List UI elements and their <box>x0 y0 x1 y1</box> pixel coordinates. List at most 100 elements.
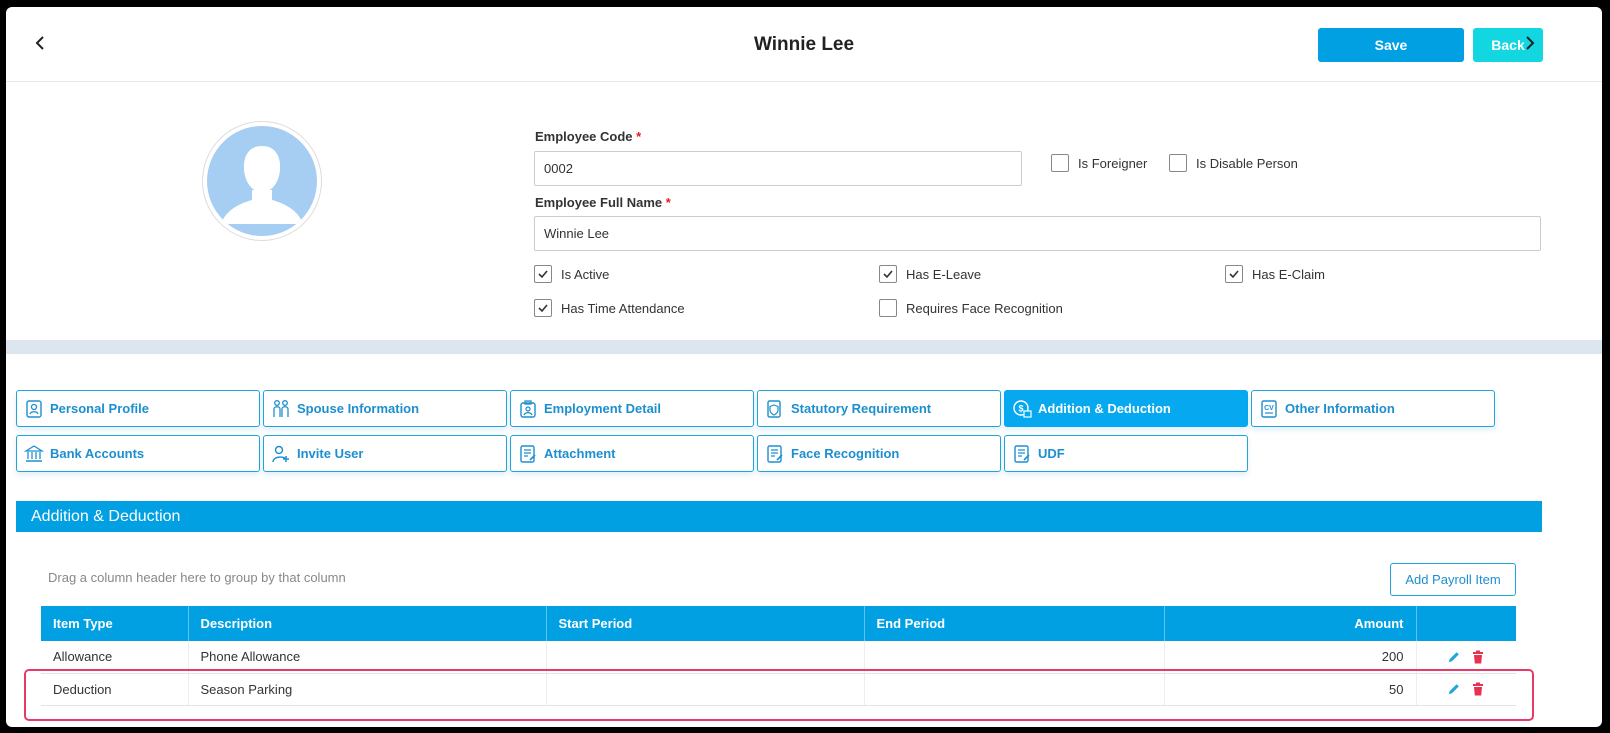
tab-attachment[interactable]: Attachment <box>510 435 754 472</box>
has-time-attendance-label: Has Time Attendance <box>561 300 685 316</box>
group-by-hint[interactable]: Drag a column header here to group by th… <box>48 570 346 585</box>
save-button[interactable]: Save <box>1318 28 1464 62</box>
briefcase-icon <box>517 398 539 420</box>
checkbox-box <box>879 265 897 283</box>
cell-description: Phone Allowance <box>188 641 547 674</box>
checkbox-box <box>1225 265 1243 283</box>
full-name-input[interactable]: Winnie Lee <box>534 216 1541 251</box>
required-mark: * <box>665 195 671 210</box>
tab-face-recognition[interactable]: Face Recognition <box>757 435 1001 472</box>
cell-amount: 200 <box>1164 641 1417 674</box>
requires-face-recognition-label: Requires Face Recognition <box>906 300 1063 316</box>
svg-text:CV: CV <box>1264 405 1274 412</box>
add-payroll-item-button[interactable]: Add Payroll Item <box>1390 563 1516 596</box>
document-edit-icon <box>517 443 539 465</box>
delete-button[interactable] <box>1471 682 1485 696</box>
tab-invite-user[interactable]: Invite User <box>263 435 507 472</box>
checkbox-box <box>1169 154 1187 172</box>
checkbox-box <box>1051 154 1069 172</box>
chevron-right-icon <box>1526 36 1535 50</box>
money-icon: $ <box>1011 398 1033 420</box>
trash-icon <box>1473 650 1484 664</box>
table-row[interactable]: Allowance Phone Allowance 200 <box>41 641 1516 674</box>
is-disable-person-checkbox[interactable]: Is Disable Person <box>1169 154 1298 172</box>
has-e-leave-checkbox[interactable]: Has E-Leave <box>879 265 981 283</box>
tab-statutory-requirement[interactable]: Statutory Requirement <box>757 390 1001 427</box>
shield-document-icon <box>764 398 786 420</box>
tab-spouse-information[interactable]: Spouse Information <box>263 390 507 427</box>
tab-addition-deduction[interactable]: $ Addition & Deduction <box>1004 390 1248 427</box>
checkmark-icon <box>1229 270 1239 279</box>
employee-code-label: Employee Code * <box>535 129 641 144</box>
is-active-checkbox[interactable]: Is Active <box>534 265 609 283</box>
add-user-icon <box>270 443 292 465</box>
edit-button[interactable] <box>1447 682 1461 696</box>
tab-label: Invite User <box>297 446 364 461</box>
section-header: Addition & Deduction <box>16 501 1542 532</box>
cell-end-period <box>864 641 1165 674</box>
employee-code-input[interactable]: 0002 <box>534 151 1022 186</box>
tab-bank-accounts[interactable]: Bank Accounts <box>16 435 260 472</box>
checkbox-box <box>879 299 897 317</box>
pencil-icon <box>1449 684 1460 694</box>
tab-label: Bank Accounts <box>50 446 145 461</box>
column-header-end-period[interactable]: End Period <box>864 606 1165 641</box>
table-row[interactable]: Deduction Season Parking 50 <box>41 673 1516 706</box>
has-e-claim-label: Has E-Claim <box>1252 266 1325 282</box>
column-header-description[interactable]: Description <box>188 606 547 641</box>
employee-code-label-text: Employee Code <box>535 129 633 144</box>
is-foreigner-checkbox[interactable]: Is Foreigner <box>1051 154 1147 172</box>
avatar-placeholder <box>207 126 317 236</box>
tab-label: Spouse Information <box>297 401 420 416</box>
tab-label: Attachment <box>544 446 616 461</box>
tab-personal-profile[interactable]: Personal Profile <box>16 390 260 427</box>
column-header-actions <box>1416 606 1516 641</box>
employee-edit-window: Winnie Lee Save Back Employee Code * 000… <box>6 7 1602 727</box>
checkbox-box <box>534 265 552 283</box>
document-edit-icon <box>764 443 786 465</box>
tab-label: Personal Profile <box>50 401 149 416</box>
table-header-row: Item Type Description Start Period End P… <box>41 606 1516 641</box>
trash-icon <box>1473 682 1484 696</box>
checkbox-box <box>534 299 552 317</box>
requires-face-recognition-checkbox[interactable]: Requires Face Recognition <box>879 299 1063 317</box>
cell-start-period <box>546 641 865 674</box>
column-header-item-type[interactable]: Item Type <box>41 606 189 641</box>
tab-udf[interactable]: UDF <box>1004 435 1248 472</box>
cv-icon: CV <box>1258 398 1280 420</box>
cell-end-period <box>864 673 1165 706</box>
cell-amount: 50 <box>1164 673 1417 706</box>
previous-record-button[interactable] <box>28 31 52 55</box>
cell-start-period <box>546 673 865 706</box>
header-bar: Winnie Lee Save Back <box>6 7 1602 82</box>
document-edit-icon <box>1011 443 1033 465</box>
tab-employment-detail[interactable]: Employment Detail <box>510 390 754 427</box>
section-divider <box>6 340 1602 354</box>
cell-actions <box>1416 673 1516 706</box>
bank-icon <box>23 443 45 465</box>
column-header-start-period[interactable]: Start Period <box>546 606 865 641</box>
tab-label: Addition & Deduction <box>1038 401 1171 416</box>
full-name-label-text: Employee Full Name <box>535 195 663 210</box>
tab-other-information[interactable]: CV Other Information <box>1251 390 1495 427</box>
person-silhouette-icon <box>221 146 303 224</box>
next-record-button[interactable] <box>1518 31 1542 55</box>
tab-label: UDF <box>1038 446 1065 461</box>
couple-icon <box>270 398 292 420</box>
has-time-attendance-checkbox[interactable]: Has Time Attendance <box>534 299 685 317</box>
svg-text:$: $ <box>1018 403 1023 413</box>
chevron-left-icon <box>35 36 44 50</box>
cell-item-type: Allowance <box>41 641 189 674</box>
delete-button[interactable] <box>1471 650 1485 664</box>
checkmark-icon <box>538 304 548 313</box>
checkmark-icon <box>883 270 893 279</box>
has-e-claim-checkbox[interactable]: Has E-Claim <box>1225 265 1325 283</box>
column-header-amount[interactable]: Amount <box>1164 606 1417 641</box>
tab-label: Statutory Requirement <box>791 401 932 416</box>
is-foreigner-label: Is Foreigner <box>1078 155 1148 171</box>
is-disable-person-label: Is Disable Person <box>1196 155 1298 171</box>
tab-label: Employment Detail <box>544 401 662 416</box>
payroll-items-table: Item Type Description Start Period End P… <box>41 606 1516 706</box>
edit-button[interactable] <box>1447 650 1461 664</box>
avatar[interactable] <box>202 121 322 241</box>
